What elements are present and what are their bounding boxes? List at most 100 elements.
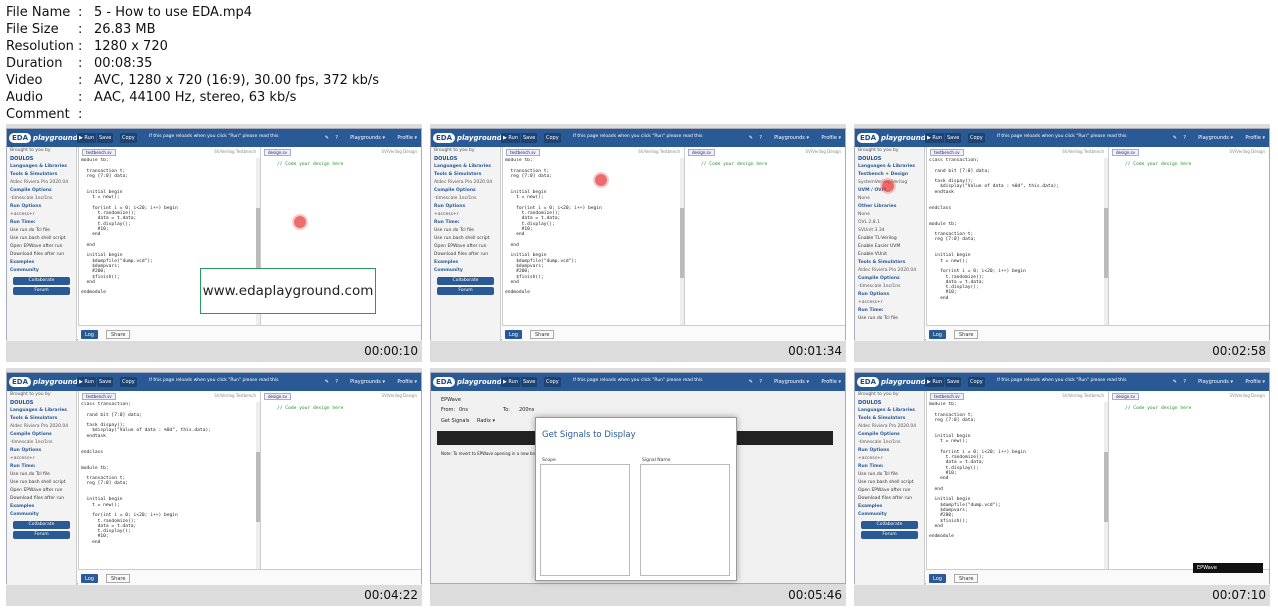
- edit-icon[interactable]: ✎: [1173, 377, 1177, 387]
- profile-menu[interactable]: Profile ▾: [1245, 377, 1265, 387]
- compile-options-input[interactable]: -timescale 1ns/1ns: [7, 195, 76, 203]
- forum-button[interactable]: Forum: [13, 287, 70, 295]
- community-section[interactable]: Community: [431, 267, 500, 275]
- log-button[interactable]: Log: [505, 330, 522, 339]
- save-button[interactable]: Save: [945, 133, 962, 143]
- tab-design[interactable]: design.sv: [264, 393, 291, 400]
- run-do-checkbox[interactable]: Use run.do Tcl file: [7, 471, 76, 479]
- forum-button[interactable]: Forum: [13, 531, 70, 539]
- tools-section[interactable]: Tools & Simulators: [855, 259, 924, 267]
- run-options-input[interactable]: +access+r: [855, 299, 924, 307]
- design-editor[interactable]: design.sv SV/Verilog Design // Code your d…: [1108, 391, 1269, 569]
- download-files-checkbox[interactable]: Download files after run: [7, 495, 76, 503]
- languages-section[interactable]: Languages & Libraries: [855, 163, 924, 171]
- open-epwave-checkbox[interactable]: Open EPWave after run: [855, 487, 924, 495]
- download-files-checkbox[interactable]: Download files after run: [855, 495, 924, 503]
- help-icon[interactable]: ?: [335, 133, 338, 143]
- lib-none[interactable]: None: [855, 211, 924, 219]
- app-logo[interactable]: EDA playground: [9, 131, 78, 145]
- download-files-checkbox[interactable]: Download files after run: [7, 251, 76, 259]
- share-button[interactable]: Share: [106, 574, 131, 583]
- save-button[interactable]: Save: [521, 133, 538, 143]
- testbench-editor[interactable]: testbench.sv SV/Verilog Testbench module t…: [502, 147, 684, 325]
- edit-icon[interactable]: ✎: [325, 133, 329, 143]
- compile-options-input[interactable]: -timescale 1ns/1ns: [7, 439, 76, 447]
- open-epwave-checkbox[interactable]: Open EPWave after run: [7, 487, 76, 495]
- profile-menu[interactable]: Profile ▾: [397, 133, 417, 143]
- save-button[interactable]: Save: [945, 377, 962, 387]
- run-button[interactable]: ▶ Run: [925, 133, 945, 143]
- video-thumbnail[interactable]: EDA playground ▶ Run Save Copy If this page r…: [430, 124, 846, 362]
- languages-section[interactable]: Languages & Libraries: [855, 407, 924, 415]
- share-button[interactable]: Share: [530, 330, 555, 339]
- help-icon[interactable]: ?: [759, 377, 762, 387]
- tab-design[interactable]: design.sv: [1112, 149, 1139, 156]
- vunit-checkbox[interactable]: Enable VUnit: [855, 251, 924, 259]
- simulator-select[interactable]: Aldec Riviera Pro 2020.04: [855, 267, 924, 275]
- edit-icon[interactable]: ✎: [749, 133, 753, 143]
- run-bash-checkbox[interactable]: Use run.bash shell script: [7, 235, 76, 243]
- run-options-input[interactable]: +access+r: [7, 455, 76, 463]
- run-do-checkbox[interactable]: Use run.do Tcl file: [855, 471, 924, 479]
- compile-options-input[interactable]: -timescale 1ns/1ns: [855, 439, 924, 447]
- run-bash-checkbox[interactable]: Use run.bash shell script: [431, 235, 500, 243]
- app-logo[interactable]: EDA playground: [857, 131, 926, 145]
- simulator-select[interactable]: Aldec Riviera Pro 2020.04: [431, 179, 500, 187]
- playgrounds-menu[interactable]: Playgrounds ▾: [1198, 377, 1233, 387]
- community-section[interactable]: Community: [7, 267, 76, 275]
- help-icon[interactable]: ?: [335, 377, 338, 387]
- collaborate-button[interactable]: Collaborate: [861, 521, 918, 529]
- share-button[interactable]: Share: [954, 574, 979, 583]
- simulator-select[interactable]: Aldec Riviera Pro 2020.04: [7, 179, 76, 187]
- community-section[interactable]: Community: [855, 511, 924, 519]
- edit-icon[interactable]: ✎: [749, 377, 753, 387]
- app-logo[interactable]: EDA playground: [9, 375, 78, 389]
- tools-section[interactable]: Tools & Simulators: [7, 415, 76, 423]
- collaborate-button[interactable]: Collaborate: [437, 277, 494, 285]
- examples-section[interactable]: Examples: [855, 503, 924, 511]
- forum-button[interactable]: Forum: [437, 287, 494, 295]
- playgrounds-menu[interactable]: Playgrounds ▾: [774, 377, 809, 387]
- reload-notice[interactable]: If this page reloads when you click "Run…: [573, 134, 702, 139]
- reload-notice[interactable]: If this page reloads when you click "Run…: [997, 378, 1126, 383]
- reload-notice[interactable]: If this page reloads when you click "Run…: [573, 378, 702, 383]
- run-options-input[interactable]: +access+r: [7, 211, 76, 219]
- signal-list[interactable]: [640, 464, 730, 576]
- help-icon[interactable]: ?: [1183, 133, 1186, 143]
- tools-section[interactable]: Tools & Simulators: [855, 415, 924, 423]
- run-bash-checkbox[interactable]: Use run.bash shell script: [855, 479, 924, 487]
- run-options-input[interactable]: +access+r: [431, 211, 500, 219]
- video-thumbnail[interactable]: EDA playground ▶ Run Save Copy If this page r…: [430, 368, 846, 606]
- simulator-select[interactable]: Aldec Riviera Pro 2020.04: [855, 423, 924, 431]
- design-editor[interactable]: design.sv SV/Verilog Design // Code your d…: [684, 147, 845, 325]
- app-logo[interactable]: EDA playground: [433, 375, 502, 389]
- tl-verilog-checkbox[interactable]: Enable TL-Verilog: [855, 235, 924, 243]
- copy-button[interactable]: Copy: [968, 133, 985, 143]
- profile-menu[interactable]: Profile ▾: [821, 377, 841, 387]
- examples-section[interactable]: Examples: [431, 259, 500, 267]
- tools-section[interactable]: Tools & Simulators: [431, 171, 500, 179]
- video-thumbnail[interactable]: EDA playground ▶ Run Save Copy If this page r…: [6, 368, 422, 606]
- design-editor[interactable]: design.sv SV/Verilog Design // Code your d…: [1108, 147, 1269, 325]
- compile-options-input[interactable]: -timescale 1ns/1ns: [855, 283, 924, 291]
- video-thumbnail[interactable]: EDA playground ▶ Run Save Copy If this page r…: [854, 124, 1270, 362]
- share-button[interactable]: Share: [106, 330, 131, 339]
- easier-uvm-checkbox[interactable]: Enable Easier UVM: [855, 243, 924, 251]
- log-button[interactable]: Log: [929, 330, 946, 339]
- tab-design[interactable]: design.sv: [688, 149, 715, 156]
- run-do-checkbox[interactable]: Use run.do Tcl file: [7, 227, 76, 235]
- simulator-select[interactable]: Aldec Riviera Pro 2020.04: [7, 423, 76, 431]
- tools-section[interactable]: Tools & Simulators: [7, 171, 76, 179]
- lib-svunit[interactable]: SVUnit 3.34: [855, 227, 924, 235]
- design-editor[interactable]: design.sv SV/Verilog Design // Code your d…: [260, 391, 421, 569]
- playgrounds-menu[interactable]: Playgrounds ▾: [350, 377, 385, 387]
- to-input[interactable]: 200ns: [519, 407, 534, 413]
- run-button[interactable]: ▶ Run: [501, 377, 521, 387]
- save-button[interactable]: Save: [521, 377, 538, 387]
- log-button[interactable]: Log: [81, 330, 98, 339]
- lib-ovl[interactable]: OVL 2.8.1: [855, 219, 924, 227]
- run-button[interactable]: ▶ Run: [77, 377, 97, 387]
- run-button[interactable]: ▶ Run: [77, 133, 97, 143]
- profile-menu[interactable]: Profile ▾: [1245, 133, 1265, 143]
- tab-testbench[interactable]: testbench.sv: [930, 149, 964, 156]
